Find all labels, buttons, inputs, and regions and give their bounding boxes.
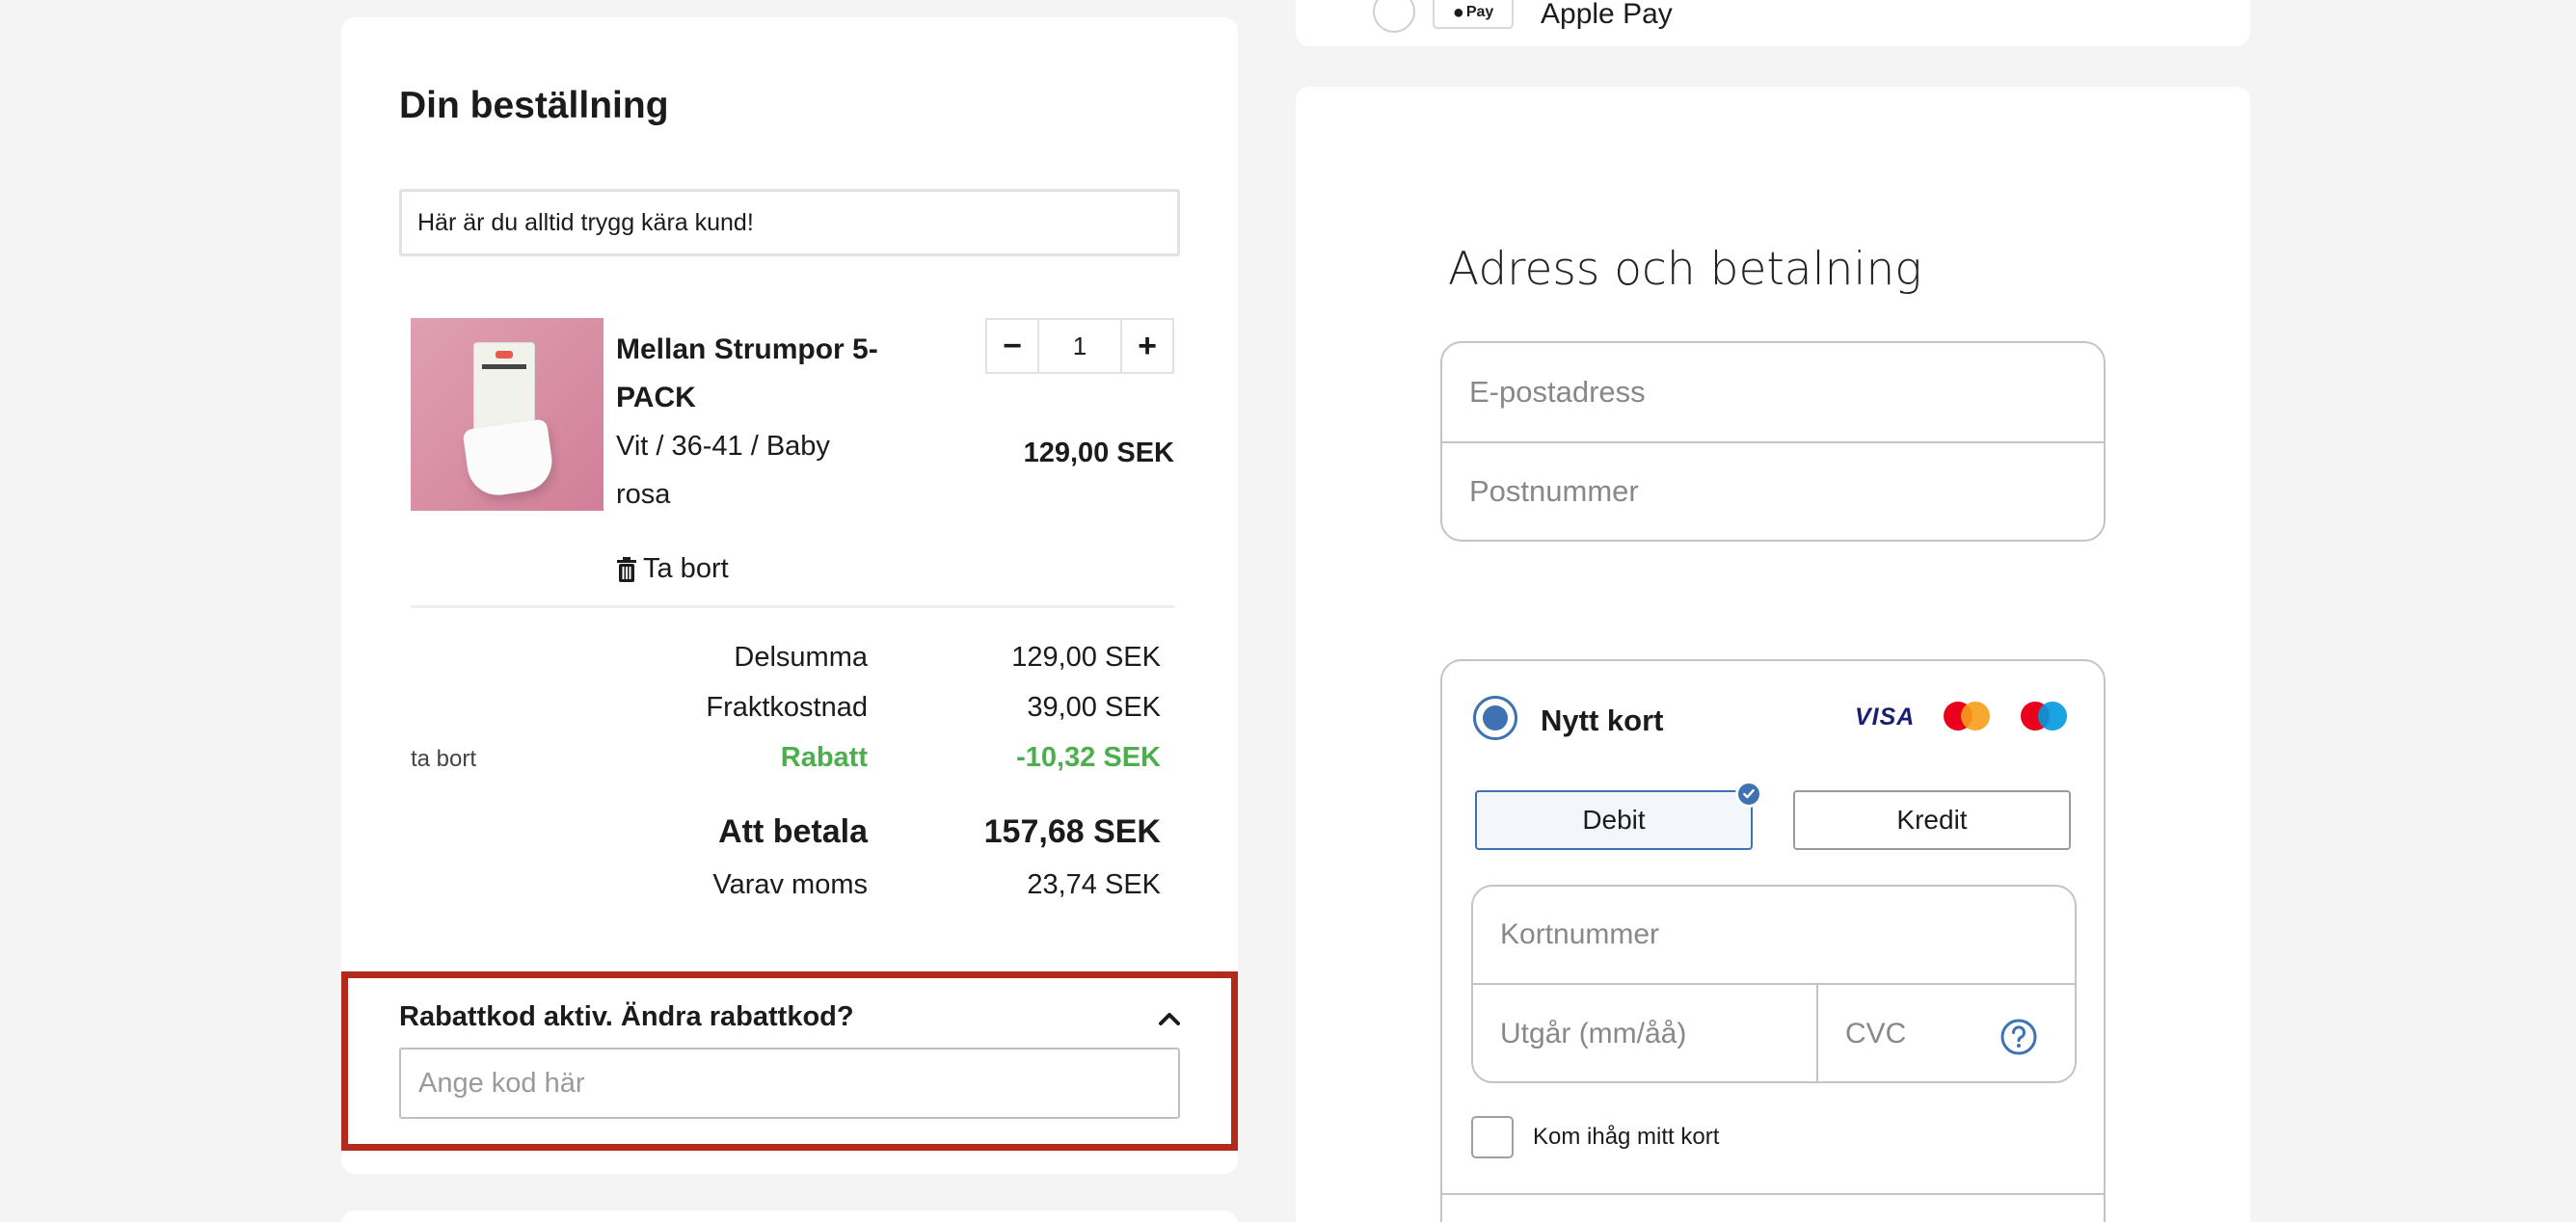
discount-code-input[interactable] — [399, 1048, 1180, 1119]
total-value: 157,68 SEK — [983, 813, 1161, 850]
sock-graphic — [462, 418, 556, 499]
maestro-icon — [2021, 700, 2071, 732]
vat-label: Varav moms — [712, 869, 868, 900]
product-price: 129,00 SEK — [1023, 438, 1174, 468]
postcode-field[interactable]: Postnummer — [1442, 441, 2104, 540]
visa-icon: VISA — [1855, 704, 1916, 731]
subtotal-row: Delsumma 129,00 SEK — [399, 642, 1180, 680]
email-field[interactable]: E-postadress — [1442, 343, 2104, 441]
card-details-fields: Kortnummer Utgår (mm/åå) CVC — [1471, 885, 2077, 1083]
apple-pay-option[interactable]: ● Pay Apple Pay — [1296, 0, 2250, 46]
chevron-up-icon[interactable] — [1158, 1007, 1181, 1030]
card-payment-option: Nytt kort VISA Debit Kredit Kortnummer U… — [1440, 659, 2106, 1222]
divider — [411, 605, 1174, 608]
total-label: Att betala — [718, 813, 868, 850]
product-image — [411, 318, 604, 511]
remove-item-label: Ta bort — [643, 553, 729, 584]
next-section-card — [341, 1210, 1238, 1222]
divider — [1442, 1193, 2104, 1195]
remember-card-checkbox[interactable] — [1471, 1116, 1514, 1158]
apple-pay-badge: ● Pay — [1433, 0, 1514, 29]
new-card-radio[interactable] — [1473, 696, 1517, 740]
vat-value: 23,74 SEK — [1027, 869, 1161, 900]
address-payment-title: Adress och betalning — [1448, 243, 1922, 296]
card-number-field[interactable]: Kortnummer — [1473, 887, 2075, 985]
product-variant: Vit / 36-41 / Baby rosa — [616, 431, 830, 510]
debit-button[interactable]: Debit — [1475, 781, 1762, 850]
vat-row: Varav moms 23,74 SEK — [399, 869, 1180, 908]
subtotal-value: 129,00 SEK — [1011, 642, 1161, 673]
trash-icon — [617, 556, 636, 582]
help-icon[interactable] — [1999, 1018, 2038, 1056]
increase-quantity-button[interactable]: + — [1122, 320, 1172, 372]
shipping-value: 39,00 SEK — [1027, 692, 1161, 723]
new-card-label: Nytt kort — [1541, 704, 1664, 737]
apple-pay-badge-text: Pay — [1465, 4, 1494, 20]
order-title: Din beställning — [399, 85, 669, 126]
remember-card-label: Kom ihåg mitt kort — [1533, 1124, 1720, 1150]
debit-label: Debit — [1582, 805, 1646, 835]
quantity-value[interactable]: 1 — [1037, 320, 1122, 372]
discount-code-panel: Rabattkod aktiv. Ändra rabattkod? — [341, 971, 1238, 1151]
remember-card: Kom ihåg mitt kort — [1471, 1116, 1719, 1158]
mastercard-icon — [1944, 700, 1994, 732]
total-row: Att betala 157,68 SEK — [399, 813, 1180, 852]
discount-row: ta bort Rabatt -10,32 SEK — [399, 742, 1180, 781]
contact-fields: E-postadress Postnummer — [1440, 341, 2106, 542]
discount-label: Rabatt — [780, 742, 868, 773]
credit-label: Kredit — [1896, 805, 1968, 835]
discount-code-title: Rabattkod aktiv. Ändra rabattkod? — [399, 1001, 854, 1032]
expiry-field[interactable]: Utgår (mm/åå) — [1473, 985, 1818, 1081]
check-icon — [1735, 781, 1762, 808]
remove-discount-link[interactable]: ta bort — [411, 746, 476, 773]
decrease-quantity-button[interactable]: − — [987, 320, 1037, 372]
apple-logo-icon: ● — [1452, 1, 1464, 23]
quantity-stepper: − 1 + — [985, 318, 1174, 374]
discount-value: -10,32 SEK — [1016, 742, 1161, 773]
credit-button[interactable]: Kredit — [1793, 790, 2071, 850]
apple-pay-label: Apple Pay — [1541, 0, 1673, 30]
shipping-label: Fraktkostnad — [706, 692, 868, 723]
trust-message: Här är du alltid trygg kära kund! — [399, 189, 1180, 256]
subtotal-label: Delsumma — [734, 642, 868, 673]
product-name: Mellan Strumpor 5-PACK — [616, 333, 878, 413]
address-payment-card: Adress och betalning E-postadress Postnu… — [1296, 87, 2250, 1222]
shipping-row: Fraktkostnad 39,00 SEK — [399, 692, 1180, 731]
remove-item-button[interactable]: Ta bort — [616, 553, 729, 585]
apple-pay-radio[interactable] — [1373, 0, 1415, 33]
